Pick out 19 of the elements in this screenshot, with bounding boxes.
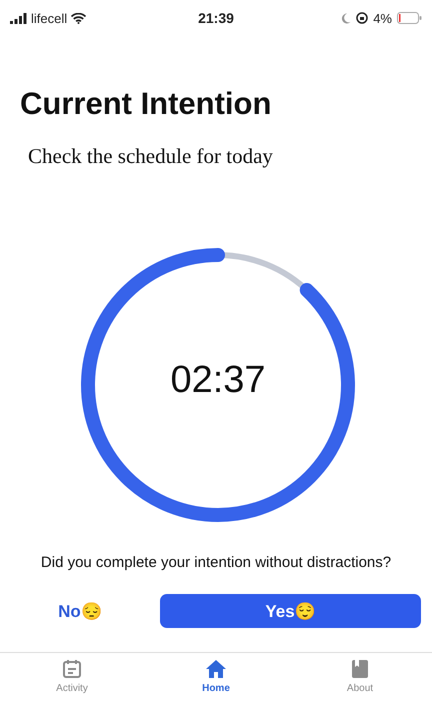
wifi-icon [71, 12, 86, 24]
battery-percent: 4% [373, 10, 392, 26]
question-text: Did you complete your intention without distractions? [40, 553, 392, 572]
intention-text: Check the schedule for today [28, 144, 273, 169]
rotation-lock-icon [356, 12, 368, 24]
tab-item[interactable]: Activity [27, 659, 117, 707]
battery-icon [397, 12, 422, 24]
home-icon [205, 659, 227, 679]
calendar-icon [62, 659, 82, 679]
carrier-name: lifecell [31, 10, 68, 26]
tab-item[interactable]: About [315, 659, 405, 707]
no-button[interactable]: No😔 [20, 594, 140, 628]
tab-item[interactable]: Home [171, 659, 261, 707]
yes-button[interactable]: Yes😌 [160, 594, 421, 628]
book-icon [351, 659, 369, 679]
signal-icon [10, 12, 27, 24]
clock-time: 21:39 [198, 10, 234, 26]
moon-icon [341, 12, 352, 24]
page-title: Current Intention [20, 86, 272, 122]
